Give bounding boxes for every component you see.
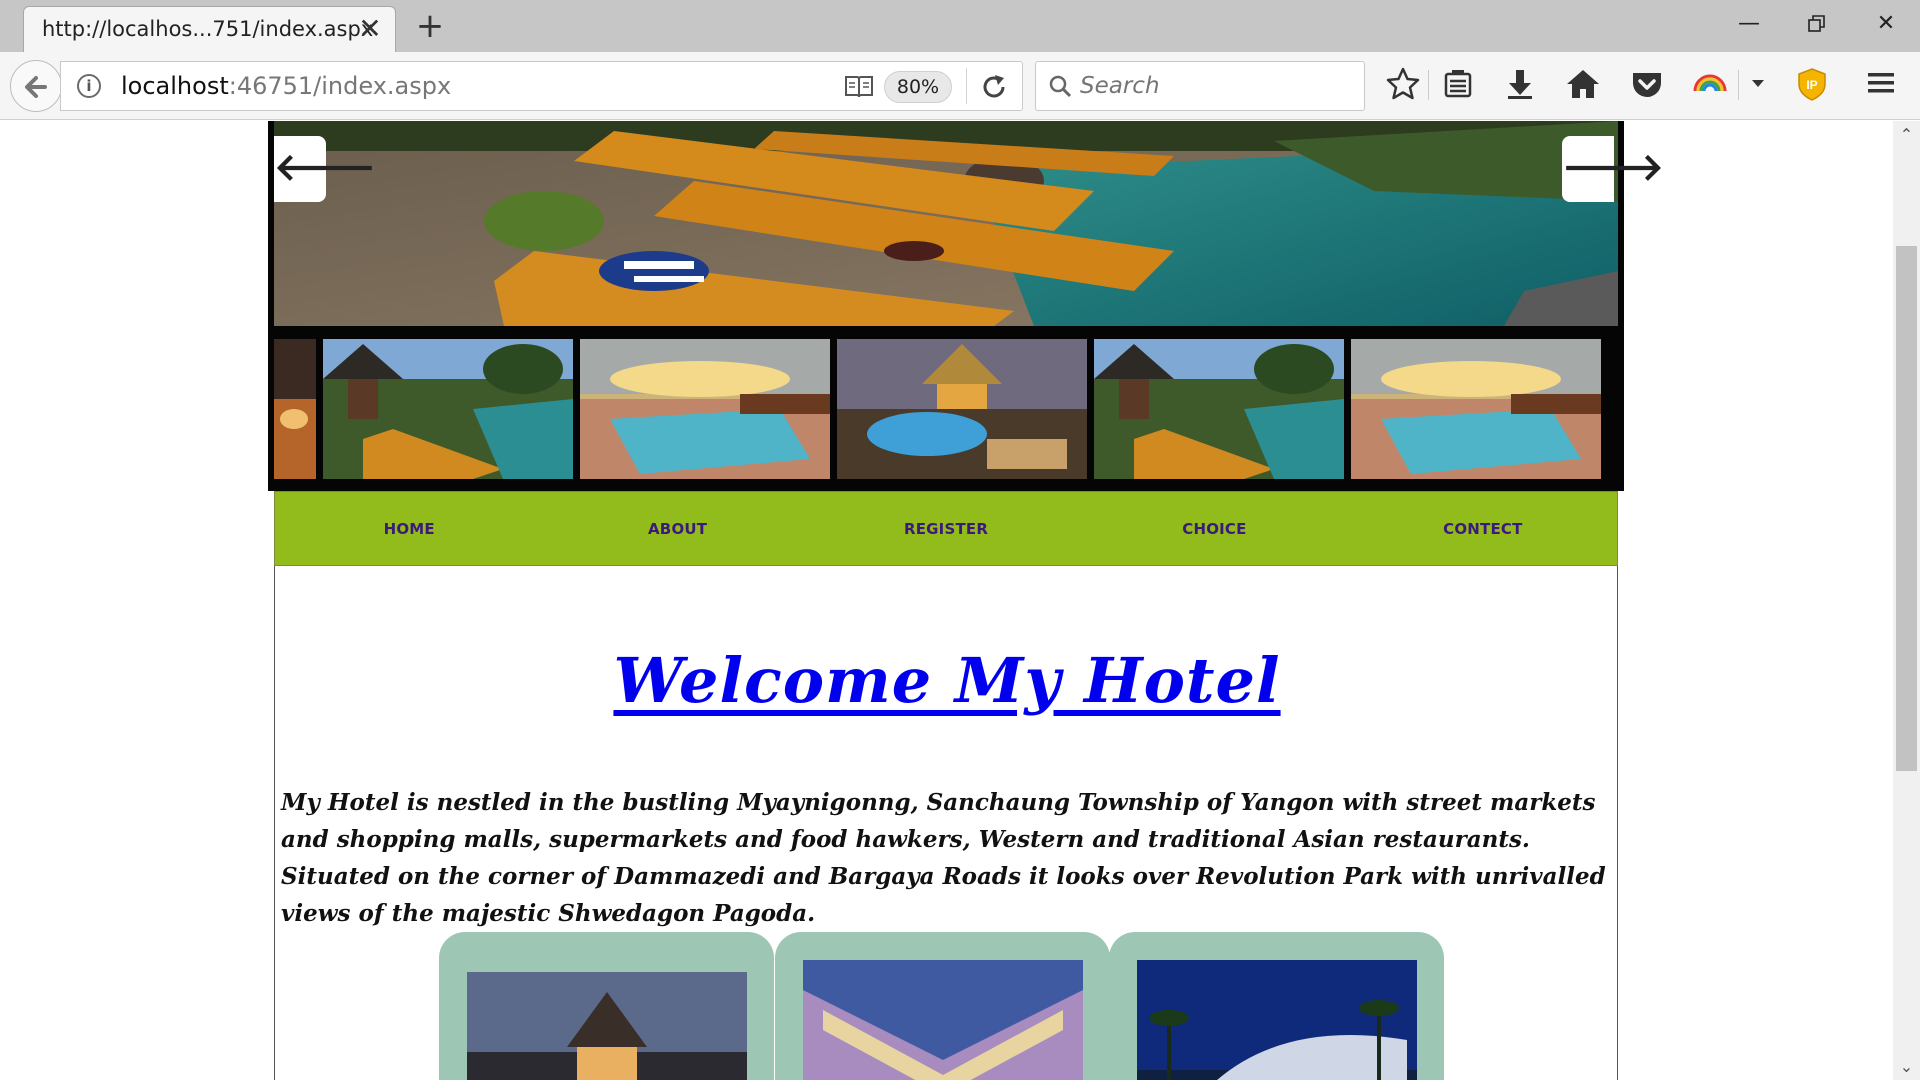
- back-arrow-icon: [25, 76, 47, 98]
- back-button[interactable]: [10, 60, 62, 112]
- vertical-scrollbar[interactable]: ⌃ ⌄: [1893, 121, 1920, 1080]
- welcome-heading[interactable]: Welcome My Hotel: [275, 644, 1619, 717]
- rainbow-extension-icon[interactable]: [1690, 64, 1730, 104]
- menu-item-home[interactable]: HOME: [275, 520, 543, 538]
- url-text[interactable]: localhost:46751/index.aspx: [121, 72, 451, 100]
- pocket-icon[interactable]: [1627, 64, 1667, 104]
- download-icon[interactable]: [1500, 64, 1540, 104]
- thumbnail-image[interactable]: [580, 339, 830, 479]
- scroll-up-arrow-icon[interactable]: ⌃: [1893, 121, 1920, 148]
- reader-view-icon[interactable]: [844, 73, 874, 99]
- menu-item-about[interactable]: ABOUT: [543, 520, 811, 538]
- search-icon: [1049, 75, 1072, 98]
- tab-title: http://localhos...751/index.aspx: [42, 17, 374, 41]
- restore-icon: [1808, 15, 1825, 32]
- minimize-button[interactable]: —: [1714, 2, 1784, 46]
- info-icon[interactable]: i: [77, 74, 101, 98]
- menu-item-choice[interactable]: CHOICE: [1080, 520, 1348, 538]
- hotel-photo-card: [439, 932, 774, 1080]
- svg-text:IP: IP: [1806, 78, 1817, 92]
- tab-strip: http://localhos...751/index.aspx ✕ + — ✕: [0, 0, 1920, 53]
- menu-item-register[interactable]: REGISTER: [812, 520, 1080, 538]
- thumbnail-image[interactable]: [323, 339, 573, 479]
- close-window-button[interactable]: ✕: [1851, 2, 1920, 46]
- restore-button[interactable]: [1782, 2, 1852, 46]
- hotel-photo-card: [775, 932, 1110, 1080]
- main-content: Welcome My Hotel My Hotel is nestled in …: [274, 566, 1618, 1080]
- reload-arrow-icon: [983, 75, 1005, 98]
- toolbar-separator: [1738, 70, 1739, 100]
- thumbnail-image[interactable]: [274, 339, 316, 479]
- home-icon[interactable]: [1563, 64, 1603, 104]
- site-container: 🡐 🡒 HOME ABOUT REGISTER CHOICE CONTECT W…: [268, 121, 1664, 1080]
- slider-prev-button[interactable]: 🡐: [274, 136, 376, 202]
- bookmarks-list-icon[interactable]: [1438, 64, 1478, 104]
- zoom-level-badge[interactable]: 80%: [884, 71, 952, 103]
- ip-shield-icon[interactable]: IP: [1792, 64, 1832, 104]
- browser-tab[interactable]: http://localhos...751/index.aspx ✕: [23, 6, 396, 53]
- hotel-photo-card: [1109, 932, 1444, 1080]
- reload-icon[interactable]: [979, 72, 1009, 102]
- slider-next-button[interactable]: 🡒: [1562, 136, 1664, 202]
- navigation-toolbar: i localhost:46751/index.aspx 80% IP: [0, 52, 1920, 120]
- menu-item-contect[interactable]: CONTECT: [1349, 520, 1617, 538]
- url-path: :46751/index.aspx: [228, 72, 452, 100]
- image-slider: 🡐 🡒: [268, 121, 1664, 491]
- thumbnail-image[interactable]: [1094, 339, 1344, 479]
- intro-paragraph: My Hotel is nestled in the bustling Myay…: [281, 789, 1606, 927]
- url-host: localhost: [121, 72, 229, 100]
- thumbnail-strip: [274, 339, 1618, 479]
- search-bar[interactable]: [1035, 61, 1365, 111]
- hamburger-menu-icon[interactable]: [1866, 70, 1896, 96]
- close-tab-icon[interactable]: ✕: [354, 13, 386, 45]
- new-tab-button[interactable]: +: [412, 8, 448, 44]
- address-bar[interactable]: i localhost:46751/index.aspx 80%: [60, 61, 1023, 111]
- hotel-photo[interactable]: [1137, 960, 1417, 1080]
- scrollbar-thumb[interactable]: [1896, 246, 1917, 771]
- page-viewport: 🡐 🡒 HOME ABOUT REGISTER CHOICE CONTECT W…: [0, 121, 1893, 1080]
- url-separator: [966, 68, 967, 104]
- thumbnail-image[interactable]: [837, 339, 1087, 479]
- hotel-photo[interactable]: [803, 960, 1083, 1080]
- bookmark-star-icon[interactable]: [1383, 64, 1423, 104]
- dropdown-arrow-icon[interactable]: [1748, 64, 1768, 104]
- scroll-down-arrow-icon[interactable]: ⌄: [1893, 1053, 1920, 1080]
- hotel-photo[interactable]: [467, 972, 747, 1080]
- toolbar-separator: [1428, 70, 1429, 100]
- site-menu: HOME ABOUT REGISTER CHOICE CONTECT: [274, 491, 1618, 566]
- hero-pool-image: [274, 121, 1618, 326]
- thumbnail-image[interactable]: [1351, 339, 1601, 479]
- search-input[interactable]: [1080, 66, 1350, 106]
